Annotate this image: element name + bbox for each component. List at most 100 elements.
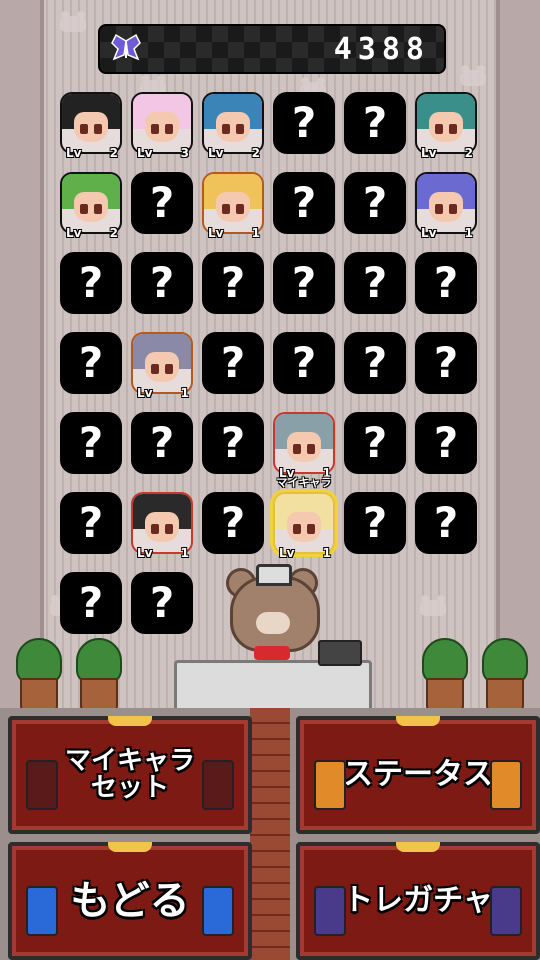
potted-plant [74, 638, 122, 712]
character-slot[interactable]: Lv 1 [131, 492, 193, 560]
character-slot[interactable]: Lv 1 [415, 172, 477, 240]
locked-character-slot[interactable]: ? [202, 332, 264, 394]
question-glyph: ? [149, 578, 175, 627]
locked-character-slot[interactable]: ? [60, 572, 122, 634]
character-slot[interactable]: Lv 1 マイキャラ [270, 476, 338, 560]
question-glyph: ? [291, 258, 317, 307]
locked-character-slot[interactable]: ? [273, 252, 335, 314]
locked-character-slot[interactable]: ? [344, 252, 406, 314]
question-glyph: ? [78, 418, 104, 467]
character-slot[interactable]: Lv 2 [60, 92, 122, 160]
locked-character-slot[interactable]: ? [273, 332, 335, 394]
character-portrait [60, 172, 122, 234]
locked-character-slot[interactable]: ? [131, 172, 193, 234]
character-portrait [273, 412, 335, 474]
question-mark-icon: ? [415, 252, 477, 314]
locked-character-slot[interactable]: ? [131, 572, 193, 634]
level-value: 2 [109, 146, 118, 160]
level-value: 2 [251, 146, 260, 160]
question-mark-icon: ? [344, 92, 406, 154]
locked-character-slot[interactable]: ? [415, 412, 477, 474]
set-mychara-button[interactable]: マイキャラ セット [8, 716, 252, 834]
character-level: Lv 1 [208, 226, 264, 240]
question-glyph: ? [78, 338, 104, 387]
question-glyph: ? [362, 258, 388, 307]
question-glyph: ? [220, 498, 246, 547]
question-mark-icon: ? [60, 492, 122, 554]
question-glyph: ? [220, 418, 246, 467]
question-mark-icon: ? [202, 412, 264, 474]
character-slot[interactable]: Lv 2 [60, 172, 122, 240]
question-mark-icon: ? [60, 572, 122, 634]
character-slot[interactable]: Lv 1 [202, 172, 264, 240]
character-portrait [202, 92, 264, 154]
character-level: Lv 1 [137, 546, 193, 560]
locked-character-slot[interactable]: ? [415, 492, 477, 554]
level-label: Lv [279, 546, 295, 560]
character-level: Lv 2 [66, 226, 122, 240]
question-glyph: ? [362, 338, 388, 387]
locked-character-slot[interactable]: ? [273, 172, 335, 234]
level-value: 1 [180, 386, 189, 400]
currency-value: 4388 [333, 32, 430, 67]
character-slot[interactable]: Lv 2 [202, 92, 264, 160]
level-value: 1 [322, 546, 331, 560]
question-mark-icon: ? [202, 252, 264, 314]
level-label: Lv [208, 146, 224, 160]
level-value: 2 [109, 226, 118, 240]
character-level: Lv 2 [66, 146, 122, 160]
locked-character-slot[interactable]: ? [60, 412, 122, 474]
level-value: 2 [464, 146, 473, 160]
outfit-icon [490, 886, 522, 936]
question-mark-icon: ? [344, 332, 406, 394]
question-glyph: ? [220, 258, 246, 307]
character-portrait [415, 92, 477, 154]
outfit-icon [202, 886, 234, 936]
level-value: 1 [180, 546, 189, 560]
character-portrait [415, 172, 477, 234]
question-mark-icon: ? [415, 332, 477, 394]
locked-character-slot[interactable]: ? [344, 172, 406, 234]
status-label: ステータス [343, 757, 493, 793]
locked-character-slot[interactable]: ? [202, 412, 264, 474]
character-slot[interactable]: Lv 1 [131, 332, 193, 400]
question-mark-icon: ? [131, 172, 193, 234]
locked-character-slot[interactable]: ? [415, 332, 477, 394]
character-slot[interactable]: Lv 3 [131, 92, 193, 160]
question-glyph: ? [362, 498, 388, 547]
locked-character-slot[interactable]: ? [344, 92, 406, 154]
question-glyph: ? [433, 418, 459, 467]
level-label: Lv [137, 386, 153, 400]
locked-character-slot[interactable]: ? [344, 412, 406, 474]
character-slot[interactable]: Lv 1 [273, 412, 335, 480]
locked-character-slot[interactable]: ? [344, 492, 406, 554]
locked-character-slot[interactable]: ? [415, 252, 477, 314]
bear-wallpaper-icon [60, 11, 86, 32]
level-value: 1 [251, 226, 260, 240]
status-button[interactable]: ステータス [296, 716, 540, 834]
locked-character-slot[interactable]: ? [131, 412, 193, 474]
locked-character-slot[interactable]: ? [273, 92, 335, 154]
level-label: Lv [137, 546, 153, 560]
locked-character-slot[interactable]: ? [131, 252, 193, 314]
outfit-icon [202, 760, 234, 810]
locked-character-slot[interactable]: ? [60, 492, 122, 554]
character-level: Lv 1 [137, 386, 193, 400]
question-glyph: ? [291, 98, 317, 147]
locked-character-slot[interactable]: ? [60, 252, 122, 314]
back-button[interactable]: もどる [8, 842, 252, 960]
character-slot[interactable]: Lv 2 [415, 92, 477, 160]
question-glyph: ? [78, 498, 104, 547]
outfit-icon [490, 760, 522, 810]
locked-character-slot[interactable]: ? [60, 332, 122, 394]
outfit-icon [26, 886, 58, 936]
locked-character-slot[interactable]: ? [202, 252, 264, 314]
question-mark-icon: ? [131, 412, 193, 474]
left-pillar [0, 0, 44, 710]
locked-character-slot[interactable]: ? [202, 492, 264, 554]
training-gacha-button[interactable]: トレガチャ [296, 842, 540, 960]
level-label: Lv [208, 226, 224, 240]
locked-character-slot[interactable]: ? [344, 332, 406, 394]
brick-column [250, 708, 290, 960]
training-gacha-label: トレガチャ [343, 883, 493, 919]
